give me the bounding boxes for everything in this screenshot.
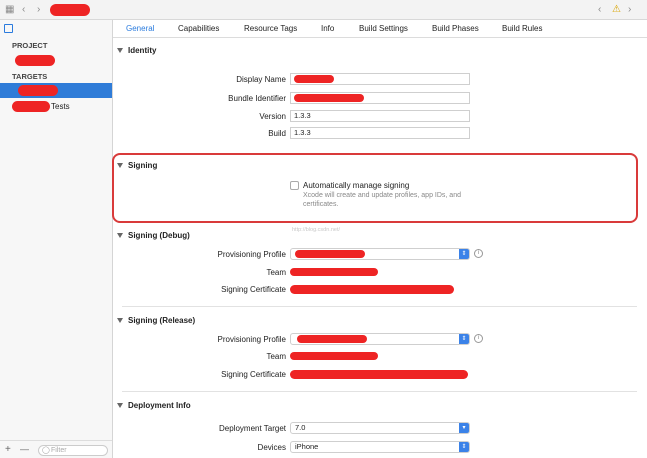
- bundle-id-redacted: [294, 94, 364, 102]
- version-label: Version: [259, 112, 286, 121]
- sidebar-footer: + — ◯ Filter: [0, 440, 112, 458]
- devices-label: Devices: [257, 443, 286, 452]
- project-name-redacted[interactable]: [50, 4, 90, 16]
- watermark-url: http://blog.csdn.net/: [292, 227, 341, 233]
- tab-build-phases[interactable]: Build Phases: [432, 24, 479, 33]
- warning-icon[interactable]: ⚠: [612, 4, 621, 16]
- display-name-label: Display Name: [236, 75, 286, 84]
- auto-signing-checkbox[interactable]: [290, 181, 299, 190]
- display-name-redacted: [294, 75, 334, 83]
- target-item-selected[interactable]: [0, 83, 112, 98]
- project-header: PROJECT: [12, 41, 48, 50]
- signing-debug-title: Signing (Debug): [128, 231, 190, 240]
- chevron-updown-icon: ⇕: [459, 442, 469, 452]
- project-navigator: PROJECT TARGETS Tests + — ◯ Filter: [0, 20, 113, 458]
- filter-icon: ◯: [42, 447, 50, 454]
- identity-disclosure-icon[interactable]: [117, 48, 123, 53]
- tests-suffix: Tests: [51, 102, 70, 111]
- section-divider: [122, 306, 637, 307]
- tab-resource-tags[interactable]: Resource Tags: [244, 24, 297, 33]
- tab-capabilities[interactable]: Capabilities: [178, 24, 219, 33]
- debug-cert-label: Signing Certificate: [221, 285, 286, 294]
- release-cert-label: Signing Certificate: [221, 370, 286, 379]
- info-icon[interactable]: i: [474, 334, 483, 343]
- build-label: Build: [268, 129, 286, 138]
- signing-release-disclosure-icon[interactable]: [117, 318, 123, 323]
- editor-tab-bar: General Capabilities Resource Tags Info …: [113, 20, 647, 38]
- debug-team-redacted: [290, 268, 378, 276]
- sidebar-toggle-icon[interactable]: [4, 24, 13, 33]
- chevron-right-icon[interactable]: ›: [628, 4, 631, 16]
- info-icon[interactable]: i: [474, 249, 483, 258]
- release-profile-popup[interactable]: ⇕: [290, 333, 470, 345]
- release-cert-redacted: [290, 370, 468, 379]
- release-team-redacted: [290, 352, 378, 360]
- top-toolbar: ▦ ‹ › ‹ ⚠ ›: [0, 0, 647, 20]
- signing-disclosure-icon[interactable]: [117, 163, 123, 168]
- filter-field[interactable]: ◯ Filter: [38, 445, 108, 456]
- tab-build-rules[interactable]: Build Rules: [502, 24, 542, 33]
- grid-icon[interactable]: ▦: [5, 4, 14, 16]
- chevron-updown-icon: ⇕: [459, 249, 469, 259]
- test-target-name-redacted: [12, 101, 50, 112]
- debug-profile-label: Provisioning Profile: [217, 250, 286, 259]
- devices-value: iPhone: [295, 442, 319, 451]
- signing-debug-disclosure-icon[interactable]: [117, 233, 123, 238]
- version-field[interactable]: 1.3.3: [290, 110, 470, 122]
- identity-title: Identity: [128, 46, 157, 55]
- deployment-title: Deployment Info: [128, 401, 191, 410]
- section-divider: [122, 391, 637, 392]
- remove-button[interactable]: —: [20, 444, 29, 454]
- bundle-id-label: Bundle Identifier: [228, 94, 286, 103]
- signing-release-title: Signing (Release): [128, 316, 196, 325]
- chevron-down-icon: ▾: [459, 423, 469, 433]
- tab-info[interactable]: Info: [321, 24, 334, 33]
- bundle-id-field[interactable]: [290, 92, 470, 104]
- deployment-target-label: Deployment Target: [219, 424, 286, 433]
- deployment-disclosure-icon[interactable]: [117, 403, 123, 408]
- project-item-redacted[interactable]: [15, 55, 55, 66]
- chevron-right-icon[interactable]: ›: [37, 4, 40, 16]
- target-name-redacted: [18, 85, 58, 96]
- signing-title: Signing: [128, 161, 158, 170]
- chevron-left-icon[interactable]: ‹: [598, 4, 601, 16]
- deployment-target-value: 7.0: [295, 423, 306, 432]
- auto-signing-description-2: certificates.: [303, 201, 339, 208]
- chevron-left-icon[interactable]: ‹: [22, 4, 25, 16]
- release-profile-label: Provisioning Profile: [217, 335, 286, 344]
- devices-popup[interactable]: iPhone ⇕: [290, 441, 470, 453]
- debug-profile-popup[interactable]: ⇕: [290, 248, 470, 260]
- targets-header: TARGETS: [12, 72, 48, 81]
- release-profile-redacted: [297, 335, 367, 343]
- debug-cert-redacted: [290, 285, 454, 294]
- auto-signing-label[interactable]: Automatically manage signing: [303, 181, 409, 190]
- tab-build-settings[interactable]: Build Settings: [359, 24, 408, 33]
- debug-team-label: Team: [266, 268, 286, 277]
- debug-profile-redacted: [295, 250, 365, 258]
- auto-signing-description-1: Xcode will create and update profiles, a…: [303, 192, 461, 199]
- release-team-label: Team: [266, 352, 286, 361]
- target-item-tests[interactable]: Tests: [0, 100, 112, 114]
- chevron-updown-icon: ⇕: [459, 334, 469, 344]
- build-field[interactable]: 1.3.3: [290, 127, 470, 139]
- add-button[interactable]: +: [5, 444, 11, 455]
- filter-placeholder: Filter: [51, 447, 67, 454]
- deployment-target-combo[interactable]: 7.0 ▾: [290, 422, 470, 434]
- display-name-field[interactable]: [290, 73, 470, 85]
- tab-general[interactable]: General: [126, 24, 154, 33]
